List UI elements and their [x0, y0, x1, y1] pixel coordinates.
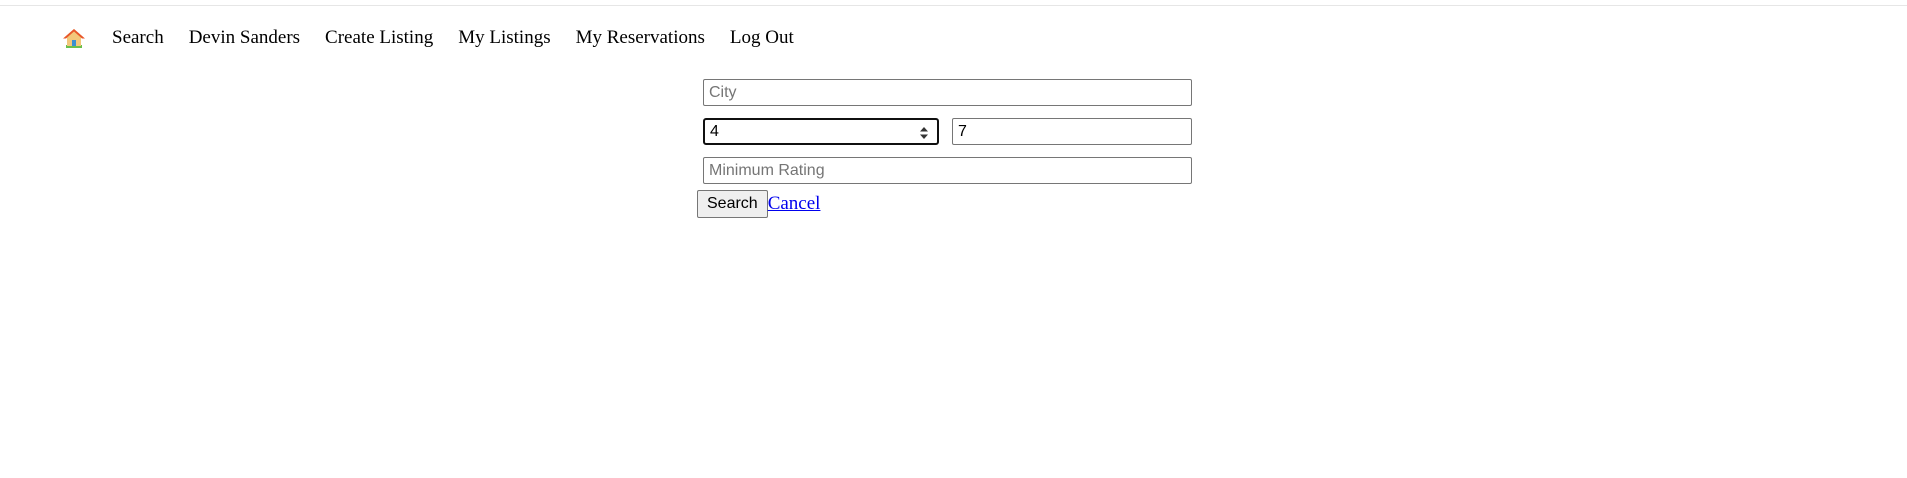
- minimum-rating-input[interactable]: [703, 157, 1192, 184]
- search-button[interactable]: Search: [697, 190, 768, 218]
- number-spinner[interactable]: [919, 125, 929, 141]
- nav-search[interactable]: Search: [112, 24, 164, 52]
- top-divider: [0, 5, 1907, 6]
- top-nav: Search Devin Sanders Create Listing My L…: [62, 22, 819, 54]
- nav-log-out[interactable]: Log Out: [730, 24, 794, 52]
- nav-my-listings[interactable]: My Listings: [458, 24, 550, 52]
- nav-my-reservations[interactable]: My Reservations: [576, 24, 705, 52]
- cancel-link[interactable]: Cancel: [768, 190, 821, 218]
- nav-user-profile[interactable]: Devin Sanders: [189, 24, 300, 52]
- guests-min-input[interactable]: [703, 118, 939, 145]
- house-icon: [63, 29, 85, 48]
- home-link[interactable]: [62, 24, 86, 52]
- spinner-arrows-icon: [920, 127, 928, 139]
- city-input[interactable]: [703, 79, 1192, 106]
- form-actions: Search Cancel: [697, 190, 820, 218]
- nav-create-listing[interactable]: Create Listing: [325, 24, 433, 52]
- guests-max-input[interactable]: [952, 118, 1192, 145]
